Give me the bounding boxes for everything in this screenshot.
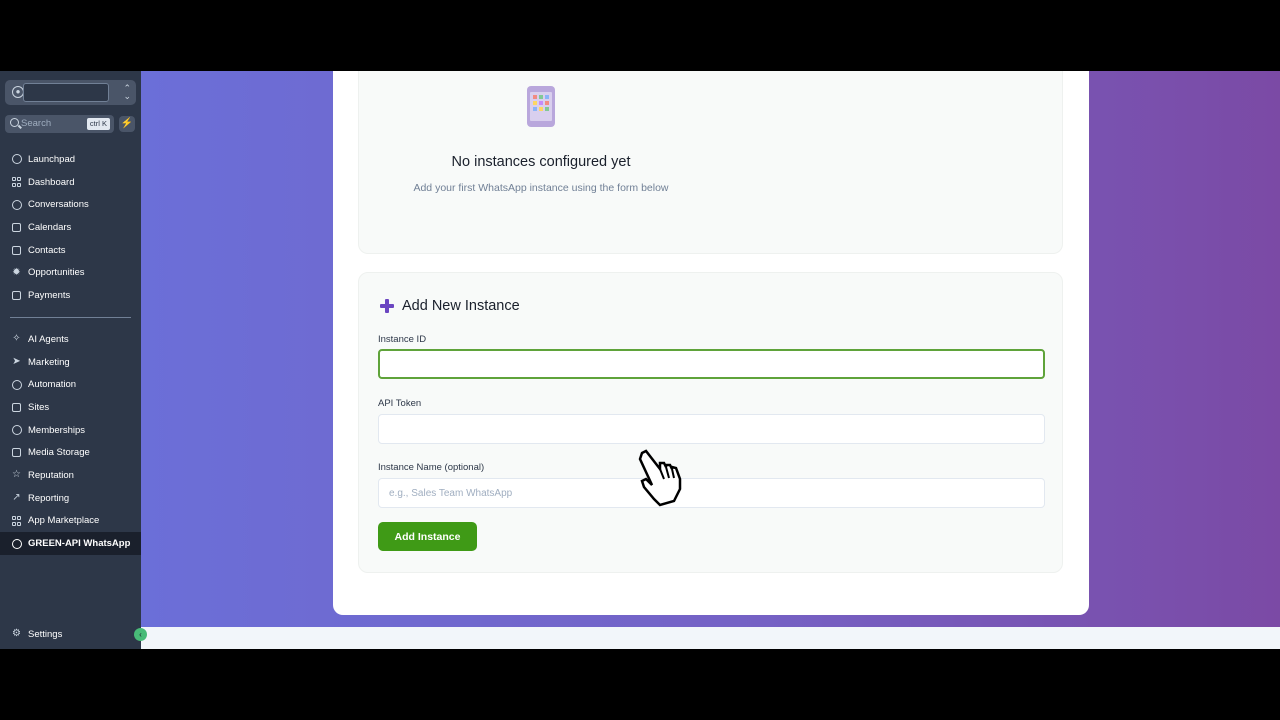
sidebar-item-marketing[interactable]: ➤ Marketing bbox=[0, 351, 141, 374]
letterbox-top bbox=[0, 0, 1280, 71]
sidebar-item-sites[interactable]: Sites bbox=[0, 396, 141, 419]
sidebar-item-label: Contacts bbox=[28, 244, 66, 256]
sidebar-item-label: Memberships bbox=[28, 424, 86, 436]
plus-icon bbox=[380, 299, 394, 313]
instance-id-label: Instance ID bbox=[378, 334, 427, 345]
grid-icon bbox=[11, 177, 22, 188]
trend-icon: ↗ bbox=[12, 492, 21, 504]
sidebar-item-label: Payments bbox=[28, 289, 71, 301]
sidebar-item-label: Reporting bbox=[28, 492, 70, 504]
api-token-input[interactable] bbox=[378, 414, 1045, 444]
chat-icon bbox=[11, 199, 22, 210]
sidebar-item-label: Sites bbox=[28, 401, 50, 413]
add-instance-form: Add New Instance Instance ID API Token I… bbox=[358, 272, 1063, 573]
letterbox-bottom bbox=[0, 649, 1280, 720]
api-token-label: API Token bbox=[378, 398, 422, 409]
payments-icon bbox=[11, 290, 22, 301]
gear-icon: ⚙ bbox=[12, 628, 21, 640]
sidebar-item-label: Launchpad bbox=[28, 153, 76, 165]
image-icon bbox=[11, 447, 22, 458]
empty-state-title: No instances configured yet bbox=[451, 154, 631, 170]
sidebar-item-app-marketplace[interactable]: App Marketplace bbox=[0, 510, 141, 533]
quick-action-bolt-icon[interactable]: ⚡ bbox=[119, 116, 135, 132]
apps-icon bbox=[11, 515, 22, 526]
sidebar-item-contacts[interactable]: Contacts bbox=[0, 239, 141, 262]
add-instance-button[interactable]: Add Instance bbox=[378, 522, 477, 551]
sidebar-item-payments[interactable]: Payments bbox=[0, 284, 141, 307]
account-switcher[interactable]: ● ⌃ ⌄ bbox=[5, 80, 136, 105]
sidebar-item-settings[interactable]: ⚙ Settings bbox=[0, 623, 141, 646]
app-window: ● ⌃ ⌄ Search ctrl K ⚡ Launchpad Dashboard… bbox=[0, 71, 1280, 649]
form-title-text: Add New Instance bbox=[402, 298, 520, 314]
badge-icon bbox=[11, 425, 22, 436]
sidebar-item-memberships[interactable]: Memberships bbox=[0, 419, 141, 442]
sidebar-item-label: Marketing bbox=[28, 356, 70, 368]
instance-name-input[interactable] bbox=[378, 478, 1045, 508]
settings-section: ⚙ Settings bbox=[0, 623, 141, 646]
sites-icon bbox=[11, 402, 22, 413]
sidebar-item-media-storage[interactable]: Media Storage bbox=[0, 441, 141, 464]
sidebar-item-ai-agents[interactable]: ✧ AI Agents bbox=[0, 328, 141, 351]
sidebar-item-label: Media Storage bbox=[28, 447, 90, 459]
main-content: No instances configured yet Add your fir… bbox=[141, 71, 1280, 649]
phone-icon bbox=[527, 86, 555, 127]
sidebar-collapse-button[interactable]: ‹ bbox=[134, 628, 147, 641]
sidebar-item-reporting[interactable]: ↗ Reporting bbox=[0, 487, 141, 510]
sidebar-item-label: Dashboard bbox=[28, 176, 75, 188]
sidebar-item-label: Reputation bbox=[28, 469, 74, 481]
sidebar-item-label: Calendars bbox=[28, 221, 72, 233]
search-input[interactable]: Search ctrl K bbox=[5, 115, 114, 133]
hand-pointer-cursor-icon bbox=[638, 449, 682, 507]
opportunities-icon: ✹ bbox=[12, 266, 21, 278]
sidebar-item-dashboard[interactable]: Dashboard bbox=[0, 171, 141, 194]
sidebar-item-label: Opportunities bbox=[28, 267, 85, 279]
form-title: Add New Instance bbox=[380, 298, 520, 314]
sidebar-item-calendars[interactable]: Calendars bbox=[0, 216, 141, 239]
star-icon: ☆ bbox=[12, 469, 21, 481]
sidebar-item-label: AI Agents bbox=[28, 333, 69, 345]
rocket-icon bbox=[11, 154, 22, 165]
account-name-box[interactable] bbox=[23, 83, 109, 102]
contacts-icon bbox=[11, 245, 22, 256]
sidebar-item-launchpad[interactable]: Launchpad bbox=[0, 148, 141, 171]
chevron-updown-icon: ⌃ ⌄ bbox=[123, 83, 131, 101]
automation-icon bbox=[11, 379, 22, 390]
instance-name-label: Instance Name (optional) bbox=[378, 462, 485, 473]
empty-state-panel: No instances configured yet Add your fir… bbox=[358, 71, 1063, 254]
search-label: Search bbox=[21, 118, 52, 129]
sidebar-item-label: GREEN-API WhatsApp bbox=[28, 538, 131, 550]
nav-secondary: ✧ AI Agents ➤ Marketing Automation Sites… bbox=[0, 328, 141, 555]
sidebar: ● ⌃ ⌄ Search ctrl K ⚡ Launchpad Dashboard… bbox=[0, 71, 141, 649]
sidebar-divider bbox=[10, 317, 131, 318]
calendar-icon bbox=[11, 222, 22, 233]
whatsapp-icon bbox=[11, 538, 22, 549]
sidebar-item-label: Settings bbox=[28, 628, 63, 640]
sidebar-item-label: App Marketplace bbox=[28, 515, 100, 527]
sidebar-item-green-api-whatsapp[interactable]: GREEN-API WhatsApp bbox=[0, 532, 141, 555]
empty-state-subtitle: Add your first WhatsApp instance using t… bbox=[413, 182, 669, 194]
sparkle-icon: ✧ bbox=[12, 333, 21, 345]
instance-id-input[interactable] bbox=[378, 349, 1045, 379]
whatsapp-instances-card: No instances configured yet Add your fir… bbox=[333, 71, 1089, 615]
sidebar-item-label: Automation bbox=[28, 379, 77, 391]
sidebar-item-automation[interactable]: Automation bbox=[0, 373, 141, 396]
page-bottom-strip bbox=[141, 627, 1280, 649]
search-shortcut-badge: ctrl K bbox=[86, 118, 110, 130]
sidebar-item-reputation[interactable]: ☆ Reputation bbox=[0, 464, 141, 487]
sidebar-item-label: Conversations bbox=[28, 199, 89, 211]
sidebar-item-opportunities[interactable]: ✹ Opportunities bbox=[0, 261, 141, 284]
send-icon: ➤ bbox=[12, 356, 21, 368]
sidebar-item-conversations[interactable]: Conversations bbox=[0, 193, 141, 216]
search-icon bbox=[10, 118, 19, 127]
nav-primary: Launchpad Dashboard Conversations Calend… bbox=[0, 148, 141, 307]
